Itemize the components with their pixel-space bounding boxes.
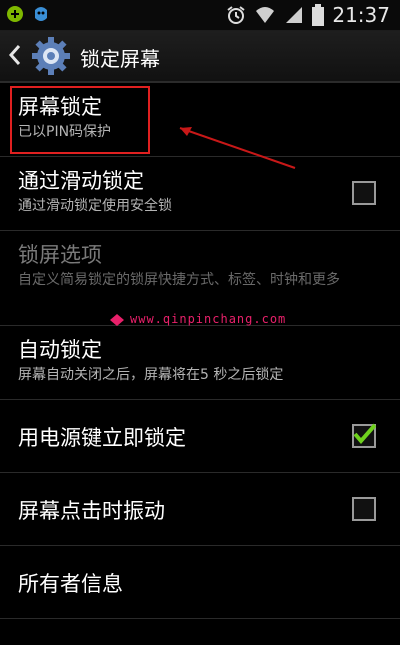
action-bar: 锁定屏幕	[0, 31, 400, 83]
setting-title: 锁屏选项	[18, 243, 102, 267]
setting-subtitle: 屏幕自动关闭之后，屏幕将在5 秒之后锁定	[18, 367, 284, 383]
watermark-logo-icon	[110, 314, 124, 326]
notification-icon	[7, 6, 23, 22]
setting-tap-vibration[interactable]: 屏幕点击时振动	[0, 473, 400, 546]
setting-title: 用电源键立即锁定	[18, 426, 186, 450]
battery-icon	[312, 4, 325, 26]
watermark-text: www.qinpinchang.com	[130, 312, 287, 326]
settings-gear-icon[interactable]	[30, 35, 72, 77]
tap-vibration-checkbox[interactable]	[352, 497, 376, 521]
setting-title: 自动锁定	[18, 338, 102, 362]
back-chevron-icon[interactable]	[8, 43, 22, 67]
setting-title: 所有者信息	[18, 572, 123, 596]
alarm-icon	[227, 6, 245, 24]
page-title: 锁定屏幕	[80, 47, 160, 71]
setting-title: 通过滑动锁定	[18, 169, 144, 193]
signal-icon	[286, 7, 303, 23]
setting-owner-info[interactable]: 所有者信息	[0, 546, 400, 619]
setting-power-key-lock[interactable]: 用电源键立即锁定	[0, 400, 400, 473]
system-icons: 21:37	[226, 3, 390, 27]
usb-icon	[35, 7, 47, 21]
wifi-icon	[256, 7, 275, 23]
arrow-annotation-icon	[179, 127, 296, 169]
checkmark-icon	[353, 423, 376, 445]
highlight-annotation	[10, 86, 150, 154]
setting-title: 屏幕点击时振动	[18, 499, 165, 523]
swipe-lock-checkbox[interactable]	[352, 181, 376, 205]
notification-area	[6, 4, 50, 24]
setting-subtitle: 通过滑动锁定使用安全锁	[18, 198, 172, 214]
power-key-lock-checkbox[interactable]	[352, 423, 376, 448]
setting-auto-lock[interactable]: 自动锁定 屏幕自动关闭之后，屏幕将在5 秒之后锁定	[0, 326, 400, 400]
clock-time: 21:37	[332, 3, 390, 27]
setting-subtitle: 自定义简易锁定的锁屏快捷方式、标签、时钟和更多	[18, 272, 340, 288]
status-bar: 21:37	[0, 0, 400, 31]
